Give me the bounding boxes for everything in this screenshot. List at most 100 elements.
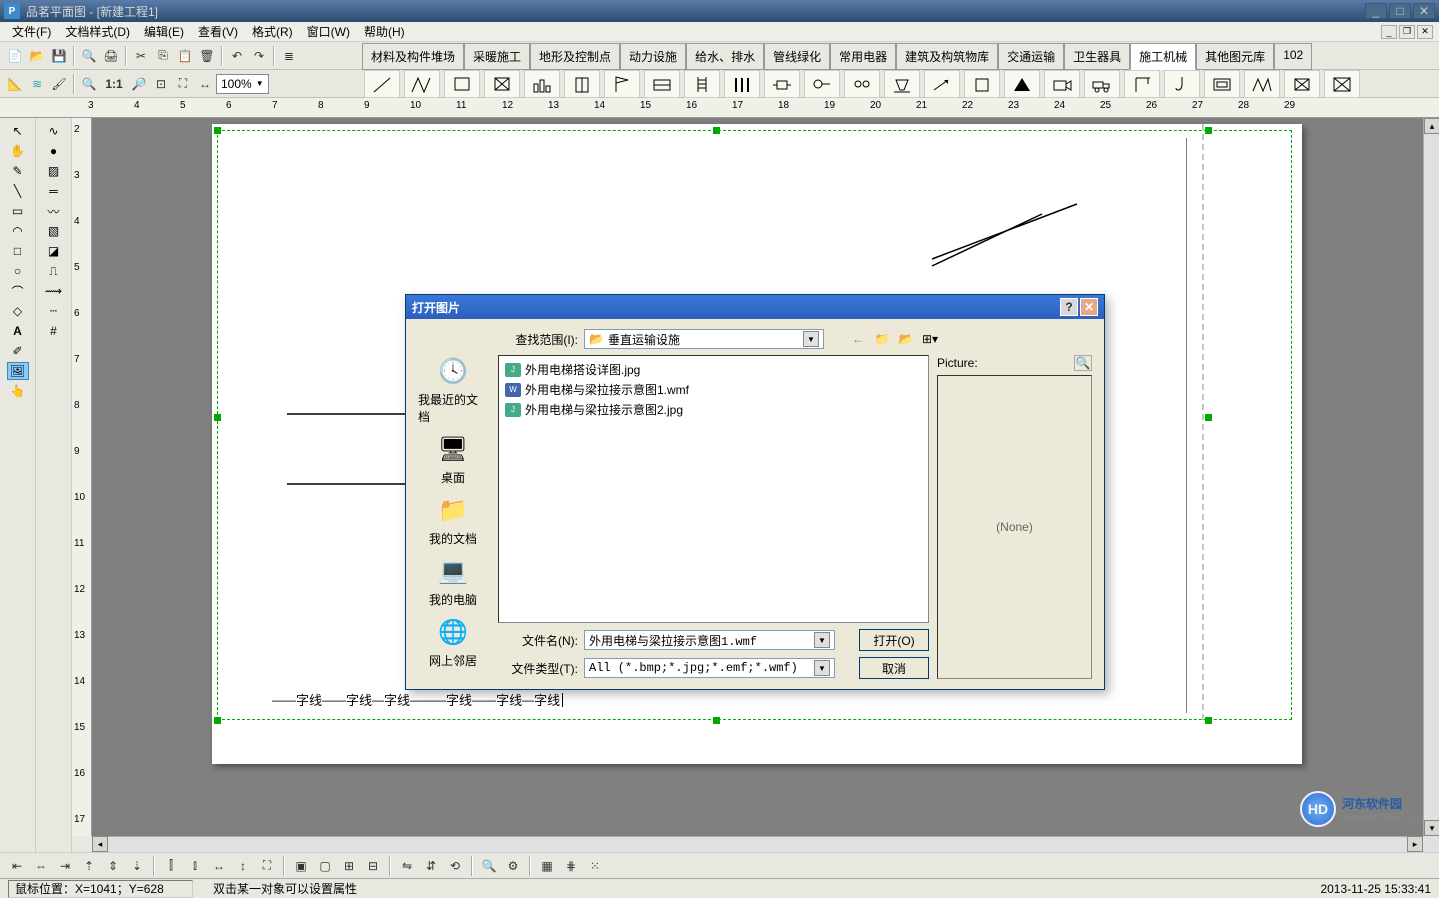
places-desktop[interactable]: 🖥桌面: [435, 431, 471, 486]
brush-icon[interactable]: 🖌: [48, 73, 70, 95]
chevron-down-icon[interactable]: ▼: [814, 660, 830, 676]
view-menu-icon[interactable]: ⊞▾: [920, 329, 940, 349]
sine-icon[interactable]: ∿: [43, 122, 65, 140]
shape-bars-icon[interactable]: [524, 70, 560, 98]
flip-h-icon[interactable]: ⇋: [396, 855, 418, 877]
selection-handle[interactable]: [713, 127, 720, 134]
shape-camera-icon[interactable]: [1044, 70, 1080, 98]
redo-icon[interactable]: ↷: [248, 45, 270, 67]
category-tab[interactable]: 给水、排水: [686, 43, 764, 70]
hand-tool-icon[interactable]: ✋: [7, 142, 29, 160]
align-top-icon[interactable]: ⇡: [78, 855, 100, 877]
distribute-v-icon[interactable]: ⫾: [184, 855, 206, 877]
same-size-icon[interactable]: ⛶: [256, 855, 278, 877]
shape-crossbox-icon[interactable]: [1284, 70, 1320, 98]
maximize-button[interactable]: □: [1389, 3, 1411, 19]
flip-v-icon[interactable]: ⇵: [420, 855, 442, 877]
menu-format[interactable]: 格式(R): [246, 21, 299, 42]
shape-key-icon[interactable]: [804, 70, 840, 98]
horizontal-scrollbar[interactable]: [108, 836, 1407, 852]
shape-solidtriangle-icon[interactable]: [1004, 70, 1040, 98]
double-line-icon[interactable]: ═: [43, 182, 65, 200]
shape-slash-icon[interactable]: [364, 70, 400, 98]
menu-window[interactable]: 窗口(W): [301, 21, 356, 42]
delete-icon[interactable]: 🗑: [196, 45, 218, 67]
category-tab[interactable]: 其他图元库: [1196, 43, 1274, 70]
snap-icon[interactable]: ⋕: [560, 855, 582, 877]
shape-box-icon[interactable]: [964, 70, 1000, 98]
places-recent[interactable]: 🕓我最近的文档: [418, 353, 488, 425]
shape-xcross-icon[interactable]: [1324, 70, 1360, 98]
shape-crane-icon[interactable]: [1124, 70, 1160, 98]
line-tool-icon[interactable]: ╲: [7, 182, 29, 200]
lookin-combo[interactable]: 📂 垂直运输设施 ▼: [584, 329, 824, 349]
shape-door-icon[interactable]: [564, 70, 600, 98]
shape-hook-icon[interactable]: [1164, 70, 1200, 98]
zoom-in-icon[interactable]: 🔍: [78, 73, 100, 95]
selection-handle[interactable]: [214, 717, 221, 724]
hatch-right-icon[interactable]: ▨: [43, 162, 65, 180]
file-item[interactable]: W外用电梯与梁拉接示意图1.wmf: [503, 380, 924, 399]
category-tab[interactable]: 采暖施工: [464, 43, 530, 70]
shape-truck-icon[interactable]: [1084, 70, 1120, 98]
close-button[interactable]: ✕: [1413, 3, 1435, 19]
dialog-close-button[interactable]: ✕: [1080, 298, 1098, 316]
shape-crossed-rect-icon[interactable]: [484, 70, 520, 98]
filetype-combo[interactable]: All (*.bmp;*.jpg;*.emf;*.wmf) ▼: [584, 658, 835, 678]
menu-file[interactable]: 文件(F): [6, 21, 57, 42]
curve-tool-icon[interactable]: ⌒: [7, 282, 29, 300]
settings-icon[interactable]: ⚙: [502, 855, 524, 877]
align-left-icon[interactable]: ⇤: [6, 855, 28, 877]
minimize-button[interactable]: _: [1365, 3, 1387, 19]
hatch-left-icon[interactable]: ▧: [43, 222, 65, 240]
ungroup-icon[interactable]: ⊟: [362, 855, 384, 877]
open-file-icon[interactable]: 📂: [26, 45, 48, 67]
selection-handle[interactable]: [1205, 414, 1212, 421]
rect-tool-icon[interactable]: ▭: [7, 202, 29, 220]
dialog-help-button[interactable]: ?: [1060, 298, 1078, 316]
file-list[interactable]: J外用电梯搭设详图.jpgW外用电梯与梁拉接示意图1.wmfJ外用电梯与梁拉接示…: [498, 355, 929, 623]
dialog-title-bar[interactable]: 打开图片 ? ✕: [406, 295, 1104, 319]
shape-outline-rect-icon[interactable]: [1204, 70, 1240, 98]
polygon-outline-icon[interactable]: ◇: [7, 302, 29, 320]
zoom-combo[interactable]: 100% ▼: [216, 74, 269, 94]
measure-tool-icon[interactable]: ✐: [7, 342, 29, 360]
align-middle-icon[interactable]: ⇕: [102, 855, 124, 877]
distribute-h-icon[interactable]: ⫿: [160, 855, 182, 877]
selection-handle[interactable]: [214, 414, 221, 421]
select-tool-icon[interactable]: ↖: [7, 122, 29, 140]
shape-window-icon[interactable]: [644, 70, 680, 98]
menu-docstyle[interactable]: 文档样式(D): [59, 21, 136, 42]
category-tab[interactable]: 102: [1274, 43, 1312, 70]
list-icon[interactable]: ≣: [278, 45, 300, 67]
category-tab[interactable]: 动力设施: [620, 43, 686, 70]
scroll-down-icon[interactable]: ▾: [1424, 820, 1439, 836]
shape-circuit-icon[interactable]: [764, 70, 800, 98]
shape-mixer-icon[interactable]: [884, 70, 920, 98]
align-right-icon[interactable]: ⇥: [54, 855, 76, 877]
category-tab[interactable]: 建筑及构筑物库: [896, 43, 998, 70]
file-item[interactable]: J外用电梯搭设详图.jpg: [503, 360, 924, 379]
selection-handle[interactable]: [713, 717, 720, 724]
scroll-up-icon[interactable]: ▴: [1424, 118, 1439, 134]
new-folder-icon[interactable]: 📂: [896, 329, 916, 349]
selection-handle[interactable]: [1205, 717, 1212, 724]
preview-toggle-icon[interactable]: 🔍: [1074, 355, 1092, 371]
shape-roller-icon[interactable]: [844, 70, 880, 98]
wave-icon[interactable]: 〰: [43, 202, 65, 220]
places-documents[interactable]: 📁我的文档: [429, 492, 477, 547]
grid-icon[interactable]: ▦: [536, 855, 558, 877]
shape-ladder-icon[interactable]: [684, 70, 720, 98]
zoom-fit-icon[interactable]: ⛶: [172, 73, 194, 95]
image-tool-icon[interactable]: 🖼: [7, 362, 29, 380]
filename-combo[interactable]: 外用电梯与梁拉接示意图1.wmf ▼: [584, 630, 835, 650]
print-preview-icon[interactable]: 🔍: [78, 45, 100, 67]
shape-arrow-icon[interactable]: [924, 70, 960, 98]
file-item[interactable]: J外用电梯与梁拉接示意图2.jpg: [503, 400, 924, 419]
dots-icon[interactable]: ⁙: [584, 855, 606, 877]
shape-flag-icon[interactable]: [604, 70, 640, 98]
same-height-icon[interactable]: ↕: [232, 855, 254, 877]
same-width-icon[interactable]: ↔: [208, 855, 230, 877]
vertical-scrollbar[interactable]: ▴ ▾: [1423, 118, 1439, 836]
category-tab[interactable]: 管线绿化: [764, 43, 830, 70]
